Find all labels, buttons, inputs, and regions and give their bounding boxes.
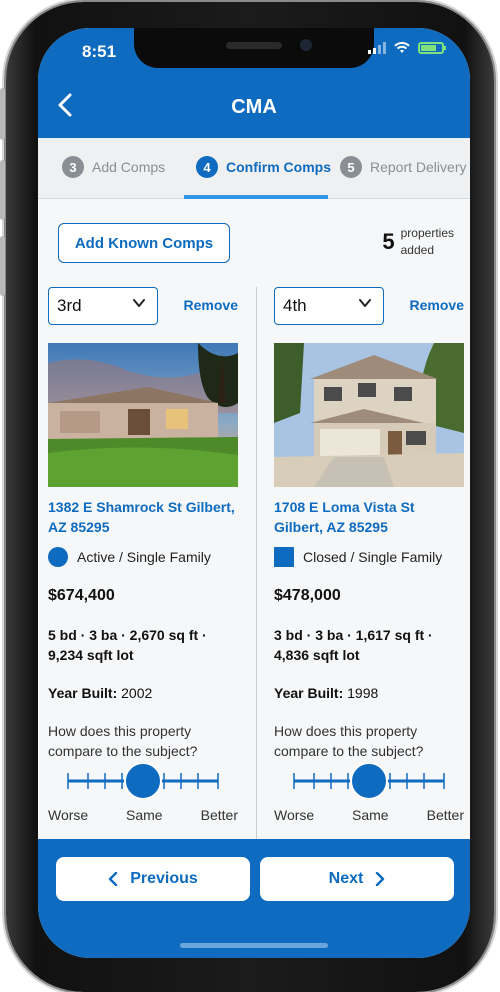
slider-thumb xyxy=(124,763,162,799)
camera xyxy=(300,39,312,51)
chevron-left-icon xyxy=(109,872,118,886)
step-report-delivery[interactable]: 5 Report Delivery xyxy=(340,156,466,178)
property-photo[interactable] xyxy=(48,343,238,487)
year-built-value: 1998 xyxy=(347,685,379,701)
home-indicator xyxy=(180,943,328,948)
side-button xyxy=(0,88,5,140)
listing-status-text: Closed / Single Family xyxy=(303,549,443,565)
chevron-down-icon xyxy=(359,299,371,307)
speaker xyxy=(226,42,282,49)
footer-nav: Previous Next xyxy=(38,839,470,958)
properties-count-line2: added xyxy=(400,243,434,257)
step-number: 3 xyxy=(62,156,84,178)
properties-count-line1: properties xyxy=(400,226,454,240)
battery-icon xyxy=(418,42,446,54)
rank-select[interactable]: 4th xyxy=(274,287,384,325)
year-built: Year Built: 1998 xyxy=(274,685,378,701)
step-label: Report Delivery xyxy=(370,159,467,175)
year-built: Year Built: 2002 xyxy=(48,685,152,701)
listing-status: Closed / Single Family xyxy=(274,547,442,567)
properties-count: 5 properties added xyxy=(382,225,454,259)
listing-status-text: Active / Single Family xyxy=(77,549,211,565)
property-specs: 3 bd · 3 ba · 1,617 sq ft · 4,836 sqft l… xyxy=(274,627,433,663)
comparison-slider[interactable] xyxy=(48,763,238,799)
step-label: Confirm Comps xyxy=(226,159,331,175)
notch xyxy=(134,28,374,68)
step-number: 5 xyxy=(340,156,362,178)
active-status-icon xyxy=(48,547,68,567)
status-time: 8:51 xyxy=(82,42,117,61)
rank-select[interactable]: 3rd xyxy=(48,287,158,325)
add-known-comps-button[interactable]: Add Known Comps xyxy=(58,223,230,263)
property-specs: 5 bd · 3 ba · 2,670 sq ft · 9,234 sqft l… xyxy=(48,627,207,663)
column-divider xyxy=(256,287,257,839)
remove-button[interactable]: Remove xyxy=(410,297,464,313)
compare-question: How does this property compare to the su… xyxy=(274,723,424,759)
slider-thumb xyxy=(350,763,388,799)
properties-count-text: properties added xyxy=(401,225,454,259)
step-add-comps[interactable]: 3 Add Comps xyxy=(62,156,165,178)
slider-better-label: Better xyxy=(200,807,238,823)
next-label: Next xyxy=(328,870,364,887)
step-label: Add Comps xyxy=(92,159,166,175)
signal-icon xyxy=(368,42,386,54)
slider-worse-label: Worse xyxy=(274,807,315,823)
chevron-right-icon xyxy=(376,872,385,886)
closed-status-icon xyxy=(274,547,294,567)
side-button xyxy=(0,160,5,220)
phone-screen: 8:51 CMA 3 Add Comps 4 Confirm Comps 5 R… xyxy=(38,28,470,958)
wifi-icon xyxy=(394,42,410,53)
chevron-down-icon xyxy=(133,299,145,307)
property-price: $478,000 xyxy=(274,587,341,604)
rank-value: 3rd xyxy=(57,296,82,315)
slider-better-label: Better xyxy=(426,807,464,823)
property-photo[interactable] xyxy=(274,343,464,487)
compare-question: How does this property compare to the su… xyxy=(48,723,198,759)
year-built-value: 2002 xyxy=(121,685,153,701)
properties-count-number: 5 xyxy=(382,229,395,254)
property-price: $674,400 xyxy=(48,587,115,604)
year-built-label: Year Built: xyxy=(48,685,118,701)
step-tabs: 3 Add Comps 4 Confirm Comps 5 Report Del… xyxy=(38,138,470,199)
slider-same-label: Same xyxy=(352,807,389,823)
step-confirm-comps[interactable]: 4 Confirm Comps xyxy=(196,156,331,178)
previous-label: Previous xyxy=(130,870,198,887)
step-number: 4 xyxy=(196,156,218,178)
side-button xyxy=(0,236,5,296)
comparison-slider[interactable] xyxy=(274,763,464,799)
status-icons xyxy=(368,42,446,54)
property-address-link[interactable]: 1708 E Loma Vista St Gilbert, AZ 85295 xyxy=(274,497,464,537)
next-button[interactable]: Next xyxy=(260,857,454,901)
year-built-label: Year Built: xyxy=(274,685,344,701)
comps-content: Add Known Comps 5 properties added 3rd R… xyxy=(38,199,470,839)
property-address-link[interactable]: 1382 E Shamrock St Gilbert, AZ 85295 xyxy=(48,497,238,537)
slider-same-label: Same xyxy=(126,807,163,823)
page-title: CMA xyxy=(231,96,277,118)
rank-value: 4th xyxy=(283,296,307,315)
listing-status: Active / Single Family xyxy=(48,547,211,567)
previous-button[interactable]: Previous xyxy=(56,857,250,901)
slider-worse-label: Worse xyxy=(48,807,89,823)
remove-button[interactable]: Remove xyxy=(184,297,238,313)
